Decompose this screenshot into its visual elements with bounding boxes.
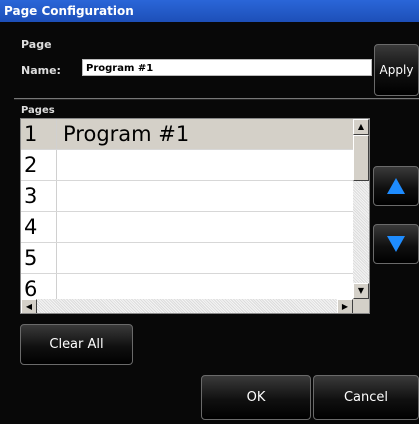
page-number: 6	[21, 274, 57, 299]
clear-all-button[interactable]: Clear All	[20, 324, 133, 365]
scroll-left-icon[interactable]: ◀	[21, 299, 37, 313]
page-number: 4	[21, 212, 57, 242]
vertical-scrollbar[interactable]: ▲ ▼	[353, 119, 369, 299]
page-section-label: Page	[21, 38, 52, 51]
page-number: 2	[21, 150, 57, 180]
horizontal-scrollbar[interactable]: ◀ ▶	[21, 299, 353, 313]
list-item[interactable]: 5	[21, 243, 353, 274]
apply-button[interactable]: Apply	[374, 44, 419, 96]
name-label: Name:	[21, 64, 61, 77]
page-title: Program #1	[63, 122, 190, 146]
page-number: 1	[21, 119, 57, 149]
list-item[interactable]: 2	[21, 150, 353, 181]
scroll-thumb[interactable]	[353, 135, 369, 181]
page-number: 3	[21, 181, 57, 211]
arrow-up-icon	[387, 178, 405, 194]
pages-list[interactable]: 1 Program #1 2 3 4 5 6 ▲ ▼ ◀ ▶	[20, 118, 370, 314]
list-item[interactable]: 6	[21, 274, 353, 299]
ok-button[interactable]: OK	[201, 375, 311, 420]
list-item[interactable]: 3	[21, 181, 353, 212]
scroll-up-icon[interactable]: ▲	[353, 119, 369, 135]
pages-list-rows: 1 Program #1 2 3 4 5 6	[21, 119, 353, 299]
page-configuration-window: Page Configuration Page Name: Program #1…	[0, 0, 419, 424]
window-title: Page Configuration	[0, 0, 419, 22]
scrollbar-corner	[353, 299, 369, 313]
move-down-button[interactable]	[373, 224, 419, 264]
list-item[interactable]: 1 Program #1	[21, 119, 353, 150]
cancel-button[interactable]: Cancel	[313, 375, 419, 420]
page-number: 5	[21, 243, 57, 273]
list-item[interactable]: 4	[21, 212, 353, 243]
scroll-down-icon[interactable]: ▼	[353, 283, 369, 299]
pages-section-label: Pages	[21, 105, 55, 116]
arrow-down-icon	[387, 236, 405, 252]
move-up-button[interactable]	[373, 166, 419, 206]
page-name-input[interactable]: Program #1	[82, 59, 372, 76]
scroll-right-icon[interactable]: ▶	[337, 299, 353, 313]
